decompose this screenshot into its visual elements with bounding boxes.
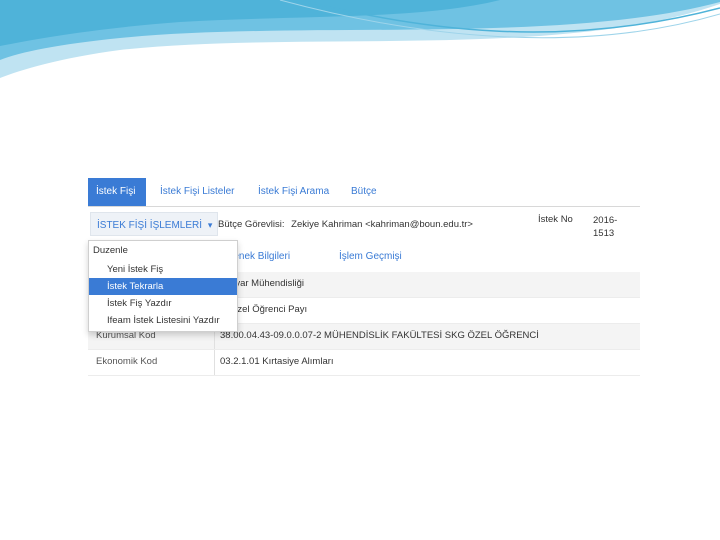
- subtab-islem-gecmisi[interactable]: İşlem Geçmişi: [339, 251, 402, 262]
- menu-item-istek-tekrarla[interactable]: İstek Tekrarla: [89, 278, 237, 295]
- menu-header: Duzenle: [93, 245, 128, 256]
- request-no-value: 2016-1513: [593, 215, 618, 239]
- tab-butce[interactable]: Bütçe: [351, 178, 377, 206]
- row-value: 38.00.04.43-09.0.0.07-2 MÜHENDİSLİK FAKÜ…: [220, 330, 539, 341]
- request-no-label: İstek No: [538, 214, 573, 225]
- row-value: 03.2.1.01 Kırtasiye Alımları: [220, 356, 334, 367]
- ops-button-label: İSTEK FİŞİ İŞLEMLERİ: [97, 220, 203, 231]
- budget-officer: Bütçe Görevlisi: Zekiye Kahriman <kahrim…: [218, 219, 473, 230]
- sub-tab-bar: Ödenek Bilgileri İşlem Geçmişi: [208, 242, 640, 273]
- row-label: Ekonomik Kod: [96, 356, 158, 367]
- operations-bar: İSTEK FİŞİ İŞLEMLERİ ▾ Bütçe Görevlisi: …: [88, 208, 640, 242]
- budget-officer-value: Zekiye Kahriman <kahriman@boun.edu.tr>: [291, 219, 473, 230]
- menu-item-yeni-istek-fis[interactable]: Yeni İstek Fiş: [89, 261, 237, 278]
- menu-item-istek-fis-yazdir[interactable]: İstek Fiş Yazdır: [89, 295, 237, 312]
- tab-istek-fisi[interactable]: İstek Fişi: [88, 178, 146, 206]
- column-divider: [214, 350, 215, 375]
- tab-istek-fisi-listeler[interactable]: İstek Fişi Listeler: [160, 178, 234, 206]
- operations-dropdown-menu: Duzenle Yeni İstek Fiş İstek Tekrarla İs…: [88, 240, 238, 332]
- istek-fisi-islemleri-button[interactable]: İSTEK FİŞİ İŞLEMLERİ ▾: [90, 212, 218, 236]
- decorative-swoosh: [0, 0, 720, 78]
- main-tab-bar: İstek Fişi İstek Fişi Listeler İstek Fiş…: [88, 178, 640, 207]
- caret-down-icon: ▾: [207, 220, 213, 230]
- menu-item-istek-listesini-yazdir[interactable]: Ifeam İstek Listesini Yazdır: [89, 312, 237, 329]
- budget-officer-label: Bütçe Görevlisi:: [218, 219, 285, 230]
- table-row: Ekonomik Kod 03.2.1.01 Kırtasiye Alımlar…: [88, 350, 640, 376]
- tab-istek-fisi-arama[interactable]: İstek Fişi Arama: [258, 178, 329, 206]
- application-window: İstek Fişi İstek Fişi Listeler İstek Fiş…: [88, 178, 640, 378]
